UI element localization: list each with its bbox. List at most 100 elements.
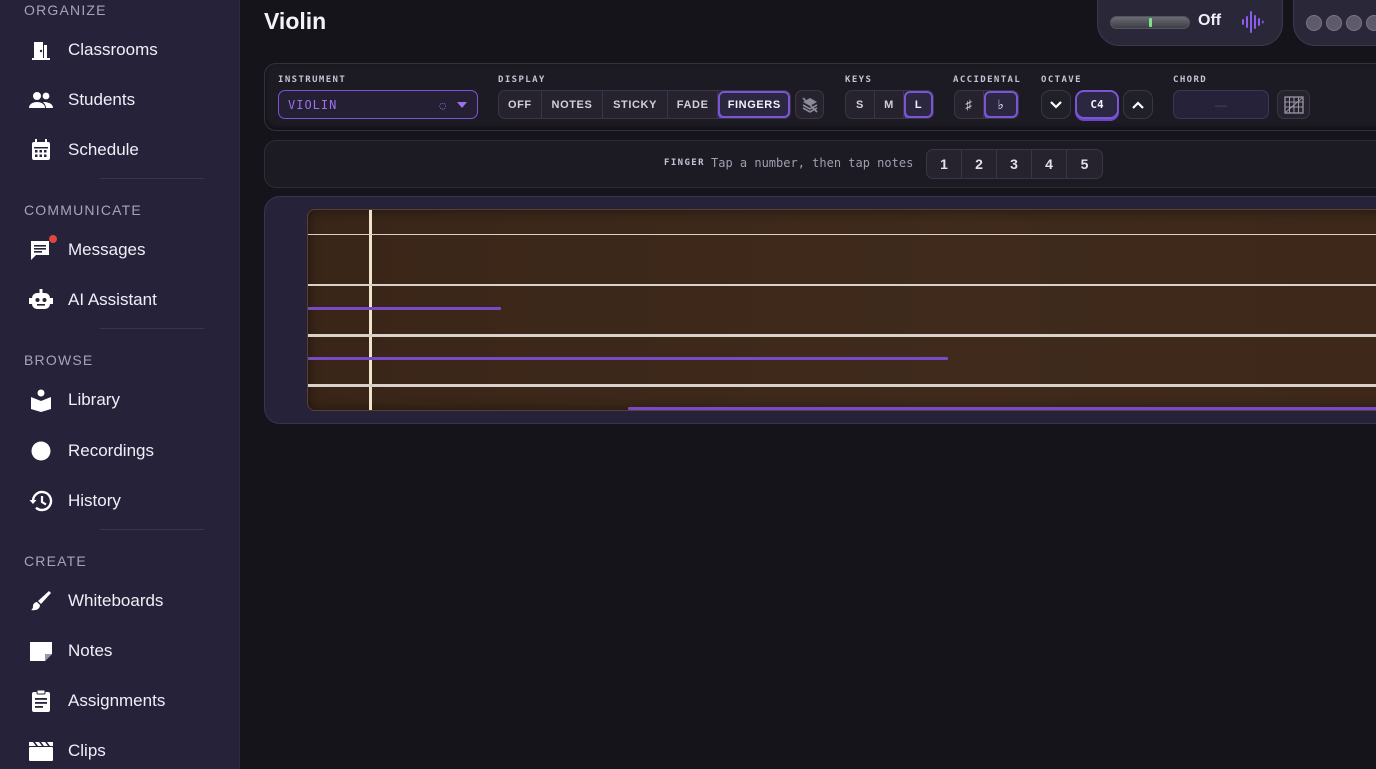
fingerboard-nut (369, 210, 372, 410)
controls-panel: INSTRUMENT VIOLIN ◌ DISPLAY OFF NOTES ST… (264, 63, 1376, 131)
sidebar-item-label: Clips (68, 741, 106, 760)
calendar-icon (26, 136, 56, 164)
accidental-label: ACCIDENTAL (953, 75, 1022, 85)
sidebar-item-label: Schedule (68, 140, 139, 159)
audio-toggle-panel: Off (1097, 0, 1283, 46)
waveform-icon[interactable] (1240, 10, 1264, 39)
layers-off-icon[interactable] (795, 90, 824, 119)
sidebar-item-label: Assignments (68, 691, 166, 710)
robot-icon (26, 286, 56, 314)
string-a[interactable] (308, 284, 1376, 286)
key-size-s[interactable]: S (846, 91, 875, 118)
sidebar: ORGANIZE Classrooms Students Schedule CO… (0, 0, 240, 769)
display-label: DISPLAY (498, 75, 546, 85)
sidebar-item-label: Classrooms (68, 40, 158, 59)
book-icon (26, 386, 56, 414)
instrument-select[interactable]: VIOLIN ◌ (278, 90, 478, 119)
finger-position-marker (308, 357, 948, 360)
display-option-sticky[interactable]: STICKY (603, 91, 668, 118)
record-icon (26, 437, 56, 465)
sidebar-item-students[interactable]: Students (26, 82, 226, 118)
accidental-group: ♯ ♭ (954, 90, 1019, 119)
section-title-organize: ORGANIZE (24, 2, 107, 18)
chat-icon (26, 235, 57, 264)
loading-spinner-icon: ◌ (439, 99, 447, 112)
sidebar-item-label: History (68, 491, 121, 510)
sidebar-item-label: Messages (68, 240, 146, 259)
sidebar-item-recordings[interactable]: Recordings (26, 433, 226, 469)
chord-grid-icon[interactable] (1277, 90, 1310, 119)
violin-fingerboard[interactable] (307, 209, 1376, 411)
sidebar-item-assignments[interactable]: Assignments (26, 683, 226, 719)
clapper-icon (26, 737, 56, 765)
display-option-notes[interactable]: NOTES (542, 91, 604, 118)
sidebar-item-schedule[interactable]: Schedule (26, 132, 226, 168)
sidebar-item-clips[interactable]: Clips (26, 733, 226, 769)
sidebar-item-whiteboards[interactable]: Whiteboards (26, 583, 226, 619)
display-option-fade[interactable]: FADE (668, 91, 719, 118)
history-icon (26, 487, 56, 515)
section-title-browse: BROWSE (24, 352, 94, 368)
display-option-off[interactable]: OFF (499, 91, 542, 118)
divider (100, 328, 204, 329)
clipboard-icon (26, 687, 56, 715)
sidebar-item-history[interactable]: History (26, 483, 226, 519)
display-mode-group: OFF NOTES STICKY FADE FINGERS (498, 90, 791, 119)
finger-number-5[interactable]: 5 (1067, 150, 1102, 178)
sidebar-item-label: Library (68, 390, 120, 409)
chevron-down-icon (1050, 100, 1062, 109)
section-title-communicate: COMMUNICATE (24, 202, 142, 218)
audio-level-slider[interactable] (1110, 16, 1190, 29)
finger-number-1[interactable]: 1 (927, 150, 962, 178)
finger-label: FINGER (664, 158, 705, 168)
sidebar-item-label: Whiteboards (68, 591, 164, 610)
key-size-group: S M L (845, 90, 934, 119)
sidebar-item-ai-assistant[interactable]: AI Assistant (26, 282, 226, 318)
people-icon (26, 86, 56, 114)
string-d[interactable] (308, 334, 1376, 337)
instrument-value: VIOLIN (288, 97, 338, 112)
chord-label: CHORD (1173, 75, 1208, 85)
sidebar-item-classrooms[interactable]: Classrooms (26, 32, 226, 68)
divider (100, 529, 204, 530)
sidebar-item-messages[interactable]: Messages (26, 232, 226, 268)
octave-down-button[interactable] (1041, 90, 1071, 119)
slider-knob[interactable] (1149, 18, 1152, 27)
dot-indicator[interactable] (1326, 15, 1342, 31)
key-size-m[interactable]: M (875, 91, 904, 118)
finger-hint: Tap a number, then tap notes (711, 156, 914, 170)
page-title: Violin (264, 8, 327, 34)
accidental-sharp[interactable]: ♯ (955, 91, 984, 118)
brush-icon (26, 587, 56, 615)
sidebar-item-notes[interactable]: Notes (26, 633, 226, 669)
accidental-flat[interactable]: ♭ (984, 91, 1018, 118)
sidebar-item-library[interactable]: Library (26, 382, 226, 418)
sidebar-item-label: Students (68, 90, 136, 109)
window-dots-panel (1293, 0, 1376, 46)
finger-bar: FINGER Tap a number, then tap notes 1 2 … (264, 140, 1376, 188)
section-title-create: CREATE (24, 553, 87, 569)
octave-label: OCTAVE (1041, 75, 1082, 85)
string-g[interactable] (308, 384, 1376, 387)
octave-up-button[interactable] (1123, 90, 1153, 119)
finger-number-3[interactable]: 3 (997, 150, 1032, 178)
finger-number-2[interactable]: 2 (962, 150, 997, 178)
key-size-l[interactable]: L (904, 91, 933, 118)
unread-badge (49, 235, 57, 243)
dot-indicator[interactable] (1366, 15, 1376, 31)
dot-indicator[interactable] (1346, 15, 1362, 31)
divider (100, 178, 204, 179)
string-e[interactable] (308, 234, 1376, 235)
display-option-fingers[interactable]: FINGERS (718, 91, 790, 118)
dot-indicator[interactable] (1306, 15, 1322, 31)
chevron-down-icon (457, 102, 467, 108)
finger-number-4[interactable]: 4 (1032, 150, 1067, 178)
instrument-label: INSTRUMENT (278, 75, 347, 85)
audio-status: Off (1198, 12, 1222, 29)
finger-position-marker (308, 307, 501, 310)
octave-value: C4 (1075, 90, 1119, 119)
note-icon (26, 637, 56, 665)
finger-number-group: 1 2 3 4 5 (926, 149, 1103, 179)
keys-label: KEYS (845, 75, 873, 85)
chord-input[interactable]: — (1173, 90, 1269, 119)
